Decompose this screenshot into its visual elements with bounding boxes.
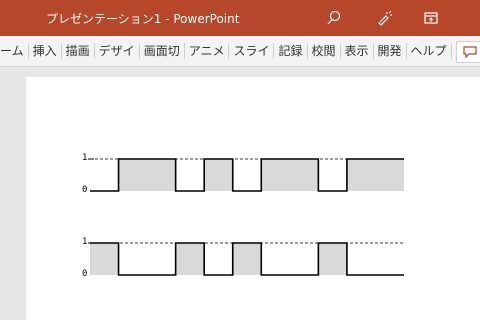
title-bar: プレゼンテーション1 - PowerPoint [0,0,480,36]
high-pulse [204,159,233,191]
high-pulse [175,243,205,275]
timing-waveform-2: 1 0 [82,237,404,279]
window-restore-icon[interactable] [421,8,441,28]
tab-design[interactable]: デザイ [95,43,140,59]
tab-home[interactable]: ーム [0,43,29,59]
high-pulse [118,159,176,191]
tab-view[interactable]: 表示 [341,43,374,59]
pen-icon[interactable] [374,8,394,28]
window-title: プレゼンテーション1 - PowerPoint [46,12,240,26]
high-pulse [90,243,119,275]
low-level-label: 0 [82,185,87,195]
tab-slideshow[interactable]: スライ [229,43,275,59]
comment-icon [463,46,477,58]
timing-waveform-1: 1 0 [82,153,404,195]
high-pulse [232,243,262,275]
tab-record[interactable]: 記録 [274,43,308,59]
high-pulse [261,159,319,191]
high-pulse [318,243,347,275]
tab-draw[interactable]: 描画 [62,43,95,59]
slide-canvas[interactable]: 1 0 1 0 [26,77,480,320]
tab-review[interactable]: 校閲 [308,43,341,59]
ribbon-tabs: ーム 挿入 描画 デザイ 画面切 アニメ スライ 記録 校閲 表示 開発 ヘルプ [0,36,452,66]
search-icon[interactable] [324,8,344,28]
tab-transitions[interactable]: 画面切 [140,43,185,59]
slide-editing-area: 1 0 1 0 [0,67,480,320]
low-level-label: 0 [82,269,87,279]
ribbon-tabs-bar: ーム 挿入 描画 デザイ 画面切 アニメ スライ 記録 校閲 表示 開発 ヘルプ [0,36,480,67]
high-level-label: 1 [82,237,87,247]
tab-animations[interactable]: アニメ [185,43,230,59]
high-level-label: 1 [82,153,87,163]
tab-developer[interactable]: 開発 [374,43,407,59]
tab-insert[interactable]: 挿入 [29,43,62,59]
high-pulse [346,159,404,191]
comment-button[interactable] [456,41,480,63]
tab-help[interactable]: ヘルプ [407,43,452,59]
